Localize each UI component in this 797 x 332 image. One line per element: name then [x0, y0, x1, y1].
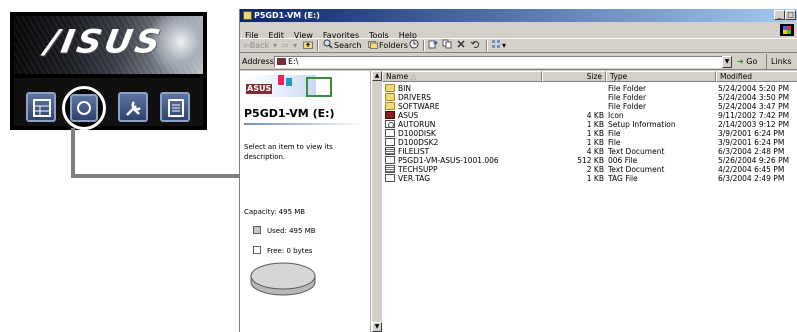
used-swatch — [253, 226, 261, 234]
scroll-down-button[interactable]: ▼ — [372, 322, 382, 332]
folder-icon — [385, 93, 395, 101]
file-icon — [385, 156, 395, 164]
search-button[interactable]: Search — [334, 39, 361, 52]
links-button[interactable]: Links — [766, 54, 792, 70]
column-name[interactable]: Name △ — [382, 71, 542, 82]
title-divider — [244, 123, 364, 125]
drive-banner: ASUS — [244, 75, 334, 101]
back-dropdown-icon[interactable]: ▾ — [273, 39, 277, 52]
asus-drive-label: ASUS — [246, 84, 273, 94]
go-button[interactable]: ➜ Go — [737, 54, 757, 70]
toolbar-separator — [486, 40, 488, 51]
address-dropdown-icon[interactable]: ▼ — [722, 56, 732, 68]
standard-toolbar: ⇦Back ▾ ⇨ ▾ Search Folders ▾ — [240, 38, 797, 53]
toolbar-separator — [423, 40, 425, 51]
drive-title: P5GD1-VM (E:) — [244, 107, 335, 120]
drive-icon — [277, 58, 286, 65]
text-doc-icon — [385, 165, 395, 173]
list-item[interactable]: AUTORUN 1 KB Setup Information 2/14/2003… — [382, 120, 797, 129]
column-type[interactable]: Type — [606, 71, 716, 82]
setup-icon — [385, 120, 395, 128]
list-item[interactable]: DRIVERS File Folder 5/24/2004 3:50 PM — [382, 93, 797, 102]
list-item[interactable]: BIN File Folder 5/24/2004 5:20 PM — [382, 84, 797, 93]
views-icon[interactable] — [491, 39, 501, 52]
folders-icon[interactable] — [368, 39, 378, 52]
asus-menu-panel: /ISUS — [10, 12, 207, 130]
forward-dropdown-icon[interactable]: ▾ — [293, 39, 297, 52]
list-item[interactable]: FILELIST 4 KB Text Document 6/3/2004 2:4… — [382, 147, 797, 156]
file-icon — [385, 129, 395, 137]
window-title: P5GD1-VM (E:) — [254, 11, 320, 20]
drive-icon — [243, 11, 252, 20]
list-item[interactable]: D100DSK2 1 KB File 3/9/2001 6:24 PM — [382, 138, 797, 147]
minimize-button[interactable]: _ — [774, 10, 785, 20]
window-controls: _ □ — [774, 10, 796, 21]
history-icon[interactable] — [409, 39, 419, 52]
forward-button[interactable]: ⇨ — [282, 39, 289, 52]
go-arrow-icon: ➜ — [737, 57, 744, 66]
tools-icon[interactable] — [118, 92, 148, 122]
used-space-legend: Used: 495 MB — [253, 226, 316, 236]
up-folder-icon[interactable] — [303, 39, 313, 52]
explorer-window: P5GD1-VM (E:) _ □ File Edit View Favorites To… — [239, 9, 797, 332]
text-doc-icon — [385, 147, 395, 155]
asus-icon — [385, 111, 395, 119]
manual-icon[interactable] — [160, 92, 190, 122]
move-to-icon[interactable] — [428, 39, 438, 52]
views-dropdown-icon[interactable]: ▾ — [502, 39, 506, 52]
list-item[interactable]: SOFTWARE File Folder 5/24/2004 3:47 PM — [382, 102, 797, 111]
address-value: E:\ — [288, 57, 299, 66]
asus-logo: /ISUS — [42, 23, 167, 61]
file-icon — [385, 174, 395, 182]
list-item[interactable]: ASUS 4 KB Icon 9/11/2002 7:42 PM — [382, 111, 797, 120]
sort-arrow-icon: △ — [410, 72, 417, 81]
list-item[interactable]: D100DISK 1 KB File 3/9/2001 6:24 PM — [382, 129, 797, 138]
folders-button[interactable]: Folders — [379, 39, 408, 52]
web-view-pane: ASUS P5GD1-VM (E:) Select an item to vie… — [240, 71, 371, 332]
file-list: Name △ Size Type Modified BIN File Folde… — [382, 71, 797, 332]
column-size[interactable]: Size — [542, 71, 606, 82]
address-input[interactable]: E:\ — [274, 56, 723, 68]
list-item[interactable]: TECHSUPP 2 KB Text Document 4/2/2004 6:4… — [382, 165, 797, 174]
capacity-text: Capacity: 495 MB — [244, 208, 306, 216]
folder-icon — [385, 84, 395, 92]
drivers-icon[interactable] — [26, 92, 56, 122]
undo-icon[interactable] — [470, 39, 480, 52]
address-bar: Address E:\ ▼ ➜ Go Links — [240, 54, 797, 70]
toolbar-separator — [317, 40, 319, 51]
disk-usage-pie — [248, 256, 318, 304]
free-space-legend: Free: 0 bytes — [253, 246, 312, 256]
scroll-up-button[interactable]: ▲ — [372, 71, 382, 81]
item-description: Select an item to view its description. — [244, 143, 333, 161]
callout-connector-horizontal — [71, 174, 243, 178]
asus-logo-banner: /ISUS — [14, 16, 203, 74]
title-bar[interactable]: P5GD1-VM (E:) _ □ — [240, 9, 797, 22]
asus-menu-row — [14, 78, 203, 130]
windows-logo-icon — [780, 24, 794, 36]
folder-icon — [385, 102, 395, 110]
utilities-cd-icon[interactable] — [62, 86, 106, 130]
file-icon — [385, 138, 395, 146]
free-swatch — [253, 246, 261, 254]
back-button[interactable]: ⇦Back — [243, 39, 269, 52]
list-item[interactable]: VER.TAG 1 KB TAG File 6/3/2004 2:49 PM — [382, 174, 797, 183]
delete-icon[interactable] — [456, 39, 466, 52]
list-item[interactable]: P5GD1-VM-ASUS-1001.006 512 KB 006 File 5… — [382, 156, 797, 165]
maximize-button[interactable]: □ — [785, 10, 796, 20]
search-icon[interactable] — [323, 39, 333, 52]
pane-scrollbar[interactable]: ▲ ▼ — [371, 71, 382, 332]
callout-connector-vertical — [71, 128, 75, 178]
address-label: Address — [242, 57, 274, 66]
copy-to-icon[interactable] — [442, 39, 452, 52]
menu-bar: File Edit View Favorites Tools Help — [240, 23, 797, 40]
column-modified[interactable]: Modified — [716, 71, 797, 82]
